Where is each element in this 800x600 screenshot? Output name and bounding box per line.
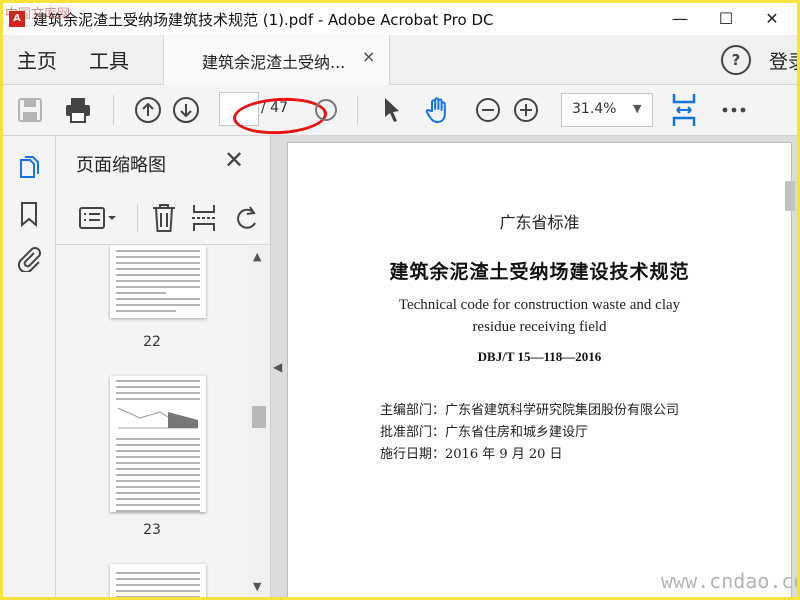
- document-scrollbar-thumb[interactable]: [785, 181, 795, 211]
- collapse-pane-handle[interactable]: ◀: [273, 360, 282, 374]
- tab-tools[interactable]: 工具: [89, 45, 129, 74]
- zoom-value: 31.4%: [572, 101, 617, 117]
- toolbar-divider: [137, 204, 138, 232]
- print-icon[interactable]: [63, 95, 93, 125]
- thumbnail-options-icon[interactable]: [78, 204, 118, 232]
- zoom-in-icon[interactable]: [511, 95, 541, 125]
- fit-page-icon[interactable]: [669, 92, 699, 128]
- toolbar: / 47 31.4% ▼: [3, 85, 797, 137]
- zoom-up-icon[interactable]: [311, 95, 341, 125]
- scrollbar-thumb[interactable]: [252, 406, 266, 428]
- thumbnail-scrollbar[interactable]: ▲ ▼: [248, 246, 270, 597]
- thumbnail-list: 22 23: [56, 246, 248, 597]
- previous-page-icon[interactable]: [133, 95, 163, 125]
- document-title-cn: 建筑余泥渣土受纳场建设技术规范: [389, 261, 690, 283]
- window-title: 建筑余泥渣土受纳场建筑技术规范 (1).pdf - Adobe Acrobat …: [33, 11, 494, 29]
- rotate-icon[interactable]: [232, 204, 260, 232]
- thumbnail-page-22[interactable]: [110, 246, 206, 318]
- help-button[interactable]: ?: [721, 45, 751, 75]
- bookmark-icon[interactable]: [15, 200, 43, 228]
- zoom-select[interactable]: 31.4% ▼: [561, 93, 653, 127]
- select-cursor-icon[interactable]: [377, 95, 407, 125]
- document-title-en-line1: Technical code for construction waste an…: [398, 297, 681, 313]
- save-icon[interactable]: [15, 95, 45, 125]
- thumbnail-page-number: 22: [143, 334, 161, 350]
- document-title-en-line2: residue receiving field: [472, 319, 607, 335]
- tab-home[interactable]: 主页: [17, 45, 57, 74]
- login-button[interactable]: 登录: [769, 47, 797, 74]
- standard-label: 广东省标准: [499, 213, 580, 232]
- thumbnail-page-number: 23: [143, 522, 161, 538]
- thumbnails-title: 页面缩略图: [76, 155, 166, 176]
- tab-bar: 主页 工具 建筑余泥渣土受纳... × ? 登录: [3, 35, 797, 85]
- scroll-up-arrow[interactable]: ▲: [253, 250, 261, 263]
- minimize-button[interactable]: —: [657, 3, 703, 35]
- scroll-down-arrow[interactable]: ▼: [253, 580, 261, 593]
- effective-date: 施行日期：2016 年 9 月 20 日: [380, 447, 563, 462]
- toolbar-divider: [113, 95, 114, 125]
- document-tab-label: 建筑余泥渣土受纳...: [202, 53, 346, 72]
- close-thumbnails-button[interactable]: ✕: [224, 146, 244, 174]
- document-tab[interactable]: 建筑余泥渣土受纳... ×: [163, 35, 390, 85]
- extract-pages-icon[interactable]: [190, 202, 218, 234]
- close-window-button[interactable]: ✕: [749, 3, 795, 35]
- chevron-down-icon: ▼: [633, 102, 642, 115]
- next-page-icon[interactable]: [171, 95, 201, 125]
- toolbar-divider: [357, 95, 358, 125]
- title-bar: A 建筑余泥渣土受纳场建筑技术规范 (1).pdf - Adobe Acroba…: [3, 3, 797, 35]
- thumbnails-pane: 页面缩略图 ✕ 22 23 ▲ ▼: [56, 136, 271, 597]
- pdf-page: 广东省标准 建筑余泥渣土受纳场建设技术规范 Technical code for…: [287, 142, 792, 597]
- overlay-watermark: 中国文库网: [5, 7, 71, 22]
- approver-department: 批准部门：广东省住房和城乡建设厅: [380, 425, 589, 440]
- page-thumbnails-icon[interactable]: [15, 154, 43, 182]
- hand-tool-icon[interactable]: [423, 95, 453, 125]
- site-watermark: www.cndao.com: [661, 569, 797, 593]
- document-viewer: ◀ 广东省标准 建筑余泥渣土受纳场建设技术规范 Technical code f…: [271, 136, 797, 597]
- document-code: DBJ/T 15—118—2016: [477, 349, 602, 364]
- maximize-button[interactable]: ☐: [703, 3, 749, 35]
- document-tab-close-button[interactable]: ×: [362, 47, 375, 66]
- thumbnail-page-23[interactable]: [110, 376, 206, 512]
- attachment-icon[interactable]: [15, 244, 43, 272]
- app-window: A 建筑余泥渣土受纳场建筑技术规范 (1).pdf - Adobe Acroba…: [0, 0, 800, 600]
- thumbnails-toolbar: [56, 192, 270, 245]
- zoom-out-icon[interactable]: [473, 95, 503, 125]
- thumbnail-figure: [117, 407, 199, 429]
- left-rail: [3, 136, 56, 597]
- trash-icon[interactable]: [150, 202, 178, 234]
- editor-department: 主编部门：广东省建筑科学研究院集团股份有限公司: [380, 403, 680, 418]
- more-options-icon[interactable]: [719, 95, 749, 125]
- document-scrollbar[interactable]: [783, 153, 797, 597]
- thumbnail-page-24[interactable]: [110, 564, 206, 597]
